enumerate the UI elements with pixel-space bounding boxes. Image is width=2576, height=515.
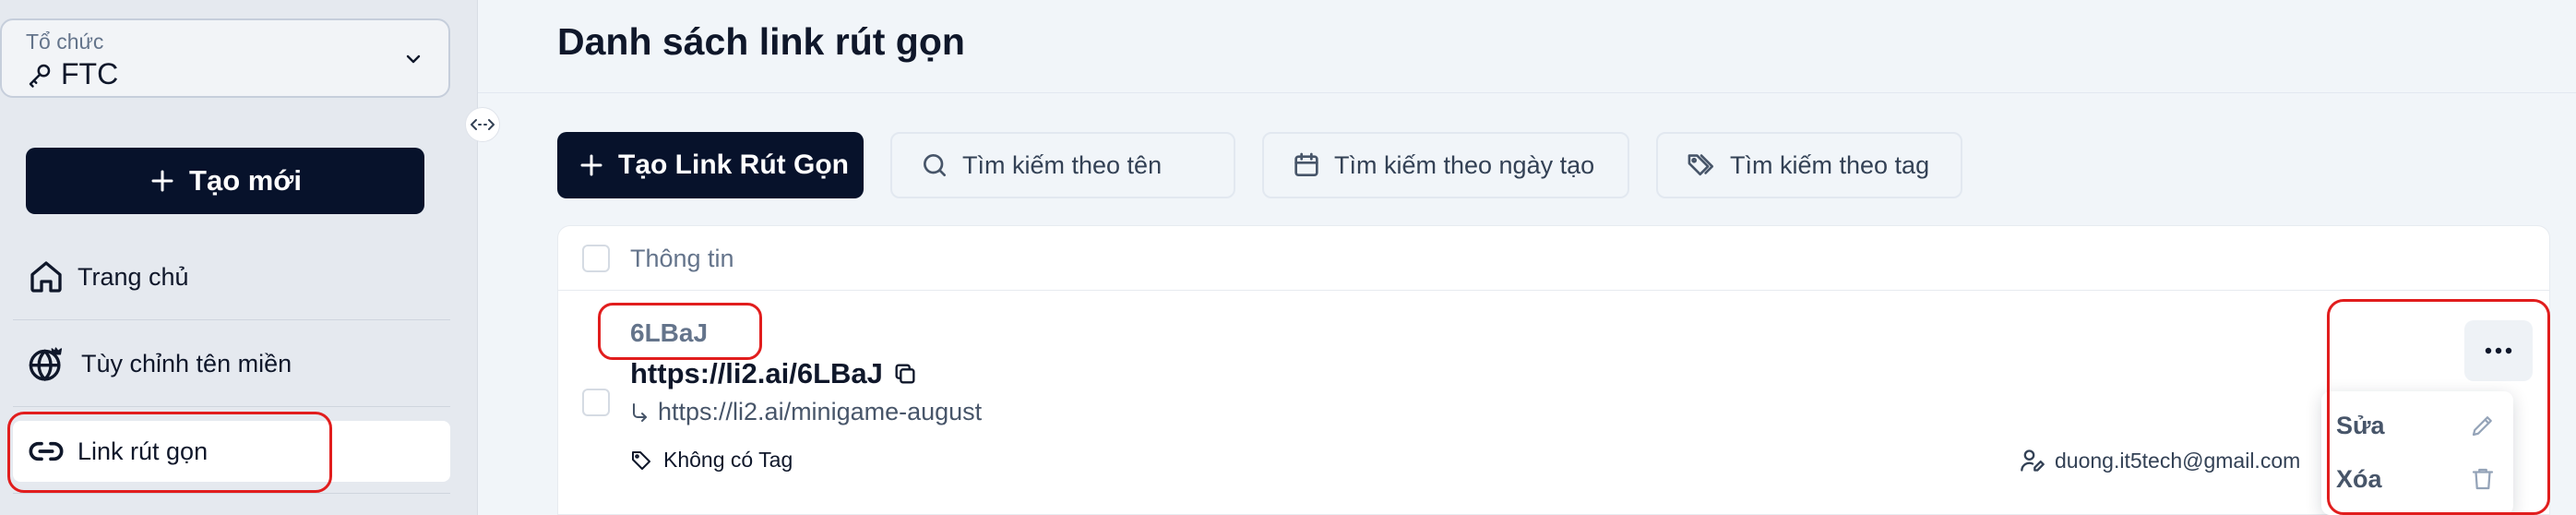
- trash-icon: [2472, 468, 2494, 490]
- create-new-label: Tạo mới: [189, 164, 302, 197]
- pencil-icon: [2472, 416, 2492, 437]
- short-url: https://li2.ai/6LBaJ: [630, 357, 918, 390]
- copy-icon[interactable]: [892, 361, 918, 387]
- redirect-arrow-icon: [633, 402, 647, 422]
- search-by-date-input[interactable]: Tìm kiếm theo ngày tạo: [1262, 132, 1629, 198]
- link-icon: [29, 441, 64, 461]
- create-new-button[interactable]: Tạo mới: [26, 148, 424, 214]
- organization-select[interactable]: Tổ chức FTC: [0, 18, 450, 98]
- page-title: Danh sách link rút gọn: [557, 20, 965, 63]
- plus-icon: [151, 170, 173, 192]
- link-code[interactable]: 6LBaJ: [630, 318, 708, 348]
- more-actions-button[interactable]: [2464, 320, 2533, 381]
- create-short-link-label: Tạo Link Rút Gọn: [618, 150, 849, 180]
- select-all-checkbox[interactable]: [582, 245, 610, 272]
- tag-icon: [632, 450, 650, 470]
- sidebar-item-label: Link rút gọn: [78, 437, 209, 465]
- menu-item-delete[interactable]: Xóa: [2321, 452, 2513, 506]
- home-icon: [30, 261, 62, 293]
- key-icon: [29, 64, 51, 88]
- organization-value: FTC: [26, 57, 118, 91]
- column-header-info: Thông tin: [630, 245, 734, 272]
- sidebar-divider: [13, 406, 450, 407]
- organization-name: FTC: [61, 57, 119, 90]
- destination-url-text[interactable]: https://li2.ai/minigame-august: [658, 398, 982, 426]
- organization-label: Tổ chức: [26, 30, 104, 54]
- plus-icon: [580, 154, 602, 176]
- menu-item-label: Sửa: [2336, 411, 2385, 439]
- sidebar-item-short-links[interactable]: Link rút gọn: [13, 421, 450, 482]
- sidebar-item-home[interactable]: Trang chủ: [13, 246, 450, 307]
- row-checkbox[interactable]: [582, 389, 610, 416]
- table-header: Thông tin: [558, 226, 2549, 291]
- row-actions-menu: Sửa Xóa: [2321, 391, 2513, 515]
- user-edit-icon: [2021, 449, 2045, 472]
- more-horizontal-icon: [2485, 347, 2512, 354]
- search-by-tag-placeholder: Tìm kiếm theo tag: [1730, 150, 1930, 179]
- tags-icon: [1688, 154, 1714, 176]
- menu-item-label: Xóa: [2336, 464, 2382, 493]
- owner-email: duong.it5tech@gmail.com: [2055, 448, 2301, 473]
- owner-info: duong.it5tech@gmail.com: [2020, 448, 2300, 473]
- menu-item-edit[interactable]: Sửa: [2321, 399, 2513, 452]
- create-short-link-button[interactable]: Tạo Link Rút Gọn: [557, 132, 864, 198]
- search-by-date-placeholder: Tìm kiếm theo ngày tạo: [1334, 150, 1595, 179]
- destination-url: https://li2.ai/minigame-august: [630, 398, 982, 426]
- search-by-name-placeholder: Tìm kiếm theo tên: [962, 150, 1163, 179]
- globe-crown-icon: [29, 347, 63, 381]
- sidebar-item-label: Trang chủ: [78, 262, 189, 291]
- sidebar-item-custom-domain[interactable]: Tùy chỉnh tên miền: [13, 333, 450, 394]
- search-by-tag-input[interactable]: Tìm kiếm theo tag: [1656, 132, 1962, 198]
- sidebar-divider: [13, 493, 450, 494]
- sidebar-item-label: Tùy chỉnh tên miền: [81, 349, 292, 377]
- chevron-down-icon: [406, 54, 421, 64]
- search-icon: [924, 154, 946, 176]
- sidebar-divider: [13, 319, 450, 320]
- links-table: Thông tin 6LBaJ https://li2.ai/6LBaJ htt…: [557, 225, 2550, 515]
- tag-info: Không có Tag: [630, 448, 793, 473]
- sidebar-resize-handle[interactable]: [465, 107, 500, 142]
- short-url-link[interactable]: https://li2.ai/6LBaJ: [630, 357, 883, 390]
- search-by-name-input[interactable]: Tìm kiếm theo tên: [890, 132, 1235, 198]
- header-divider: [478, 92, 2576, 93]
- sidebar: Tổ chức FTC Tạo mới Trang chủ Tùy chỉnh …: [0, 0, 478, 515]
- calendar-icon: [1294, 152, 1318, 176]
- tag-text: Không có Tag: [663, 448, 793, 472]
- resize-horizontal-icon: [471, 119, 495, 130]
